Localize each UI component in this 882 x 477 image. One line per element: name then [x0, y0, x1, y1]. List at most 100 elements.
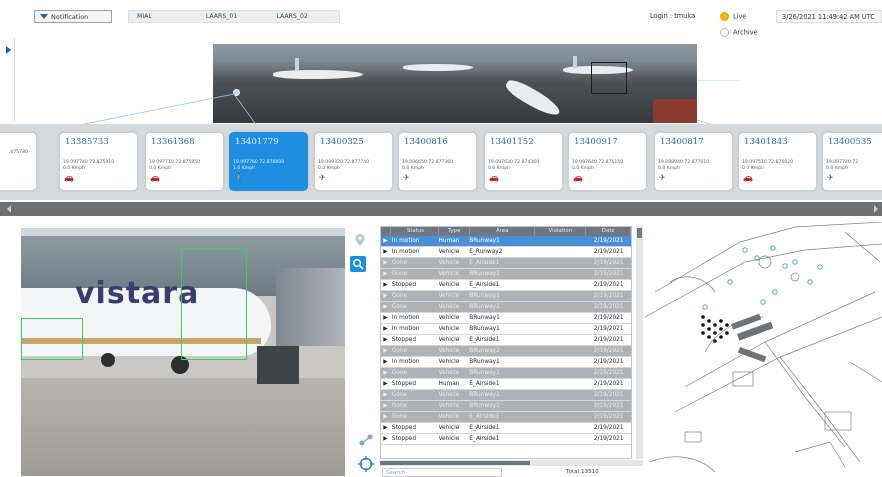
cell-area: BRunway1	[469, 326, 500, 332]
cell-date: 2/19/2021	[593, 271, 624, 277]
table-row[interactable]: ▶ Stopped Vehicle E_Airside1 2/19/2021	[381, 434, 631, 445]
table-vertical-scrollbar[interactable]	[636, 226, 643, 459]
table-row[interactable]: ▶ Stopped Vehicle E_Airside1 2/19/2021	[381, 335, 631, 346]
table-row[interactable]: ▶ Stopped Human E_Airside1 2/19/2021	[381, 379, 631, 390]
cell-violation	[535, 258, 587, 268]
track-coordinates: 19.099320 72.877740	[318, 160, 370, 165]
table-row[interactable]: ▶ In motion Human BRunway1 2/19/2021	[381, 236, 631, 247]
track-card[interactable]: 13400817 19.098940 72.877010 0.0 Kmph ✈	[654, 132, 733, 191]
table-row[interactable]: ▶ Stopped Vehicle E_Airside1 2/19/2021	[381, 280, 631, 291]
row-expand-icon[interactable]: ▶	[381, 434, 390, 444]
row-expand-icon[interactable]: ▶	[381, 401, 390, 411]
row-expand-icon[interactable]: ▶	[381, 423, 390, 433]
table-row[interactable]: ▶ In motion Vehicle BRunway1 2/19/2021	[381, 357, 631, 368]
tab-laars-02[interactable]: LAARS_02	[268, 11, 339, 22]
row-expand-icon[interactable]: ▶	[381, 357, 390, 367]
scroll-left-icon[interactable]	[7, 205, 11, 213]
cell-area: E_Airside1	[469, 282, 500, 288]
track-card[interactable]: 13385733 19.097740 72.875910 0.0 Kmph 🚗	[59, 132, 138, 191]
card-strip-scrollbar[interactable]	[0, 202, 882, 216]
row-expand-icon[interactable]: ▶	[381, 346, 390, 356]
detection-box[interactable]	[21, 318, 83, 360]
table-row[interactable]: ▶ Stopped Vehicle E_Airside1 2/19/2021	[381, 423, 631, 434]
table-row[interactable]: ▶ Gone Vehicle BRunway1 2/19/2021	[381, 291, 631, 302]
table-horizontal-scrollbar[interactable]	[380, 460, 643, 466]
track-card[interactable]: 13400816 19.096650 72.877360 0.0 Kmph ✈	[398, 132, 477, 191]
table-row[interactable]: ▶ Gone Vehicle BRunway1 2/19/2021	[381, 401, 631, 412]
cell-area: BRunway1	[469, 315, 500, 321]
row-expand-icon[interactable]: ▶	[381, 280, 390, 290]
track-card[interactable]: 13401779 19.097760 72.876000 1.0 Kmph 🚶	[229, 132, 308, 191]
notification-label: Notification	[51, 12, 89, 21]
row-expand-icon[interactable]: ▶	[381, 379, 390, 389]
cell-area: E_Airside1	[469, 381, 500, 387]
track-card[interactable]: 13401843 19.097510 72.876020 0.0 Kmph 🚗	[738, 132, 817, 191]
track-card[interactable]: 13400325 19.099320 72.877740 0.0 Kmph ✈	[314, 132, 393, 191]
search-button[interactable]	[350, 256, 366, 272]
scroll-thumb[interactable]	[637, 228, 642, 238]
header-violation[interactable]: Violation	[535, 227, 587, 236]
row-expand-icon[interactable]: ▶	[381, 324, 390, 334]
row-expand-icon[interactable]: ▶	[381, 258, 390, 268]
header-date[interactable]: Date	[586, 227, 631, 236]
ground-vehicle	[257, 346, 299, 384]
row-expand-icon[interactable]: ▶	[381, 236, 390, 246]
table-row[interactable]: ▶ In motion Vehicle BRunway1 2/19/2021	[381, 313, 631, 324]
row-expand-icon[interactable]: ▶	[381, 269, 390, 279]
table-row[interactable]: ▶ Gone Vehicle BRunway2 2/19/2021	[381, 346, 631, 357]
header-area[interactable]: Area	[470, 227, 536, 236]
notification-button[interactable]: Notification	[34, 10, 112, 23]
header-status[interactable]: Status	[391, 227, 440, 236]
detection-box[interactable]	[181, 248, 247, 360]
table-header: Status Type Area Violation Date	[381, 227, 631, 236]
track-card[interactable]: 13400535 19.097740 72. 0.0 Kmph ✈	[822, 132, 882, 191]
track-id: 13400817	[660, 137, 704, 147]
datetime-display: 3/26/2021 11:49:42 AM UTC	[776, 10, 882, 23]
table-row[interactable]: ▶ In motion Vehicle E_Runway2 2/19/2021	[381, 247, 631, 258]
cctv-camera-view[interactable]: vistara	[21, 228, 345, 476]
cell-area: E_Airside1	[469, 414, 500, 420]
cell-type: Vehicle	[438, 249, 460, 255]
track-card[interactable]: 13401152 19.097630 72.874360 0.0 Kmph 🚗	[484, 132, 563, 191]
row-expand-icon[interactable]: ▶	[381, 302, 390, 312]
event-table: Status Type Area Violation Date ▶ In moti…	[380, 226, 632, 459]
row-expand-icon[interactable]: ▶	[381, 368, 390, 378]
row-expand-icon[interactable]: ▶	[381, 412, 390, 422]
crosshair-button[interactable]	[358, 456, 374, 472]
parked-aircraft	[403, 64, 473, 71]
header-type[interactable]: Type	[439, 227, 471, 236]
airport-layout-drawing	[645, 222, 882, 473]
cell-status: Gone	[391, 260, 408, 266]
row-expand-icon[interactable]: ▶	[381, 335, 390, 345]
table-row[interactable]: ▶ In motion Vehicle BRunway1 2/19/2021	[381, 324, 631, 335]
archive-radio[interactable]: Archive	[720, 28, 758, 37]
row-expand-icon[interactable]: ▶	[381, 291, 390, 301]
table-row[interactable]: ▶ Gone Vehicle E_Airside1 2/19/2021	[381, 258, 631, 269]
table-row[interactable]: ▶ Gone Vehicle BRunway1 2/19/2021	[381, 302, 631, 313]
table-row[interactable]: ▶ Gone Vehicle E_Airside1 2/19/2021	[381, 412, 631, 423]
expand-panel-icon[interactable]	[6, 46, 11, 54]
airport-map[interactable]	[645, 222, 882, 476]
row-expand-icon[interactable]: ▶	[381, 313, 390, 323]
row-expand-icon[interactable]: ▶	[381, 390, 390, 400]
cell-area: BRunway1	[469, 370, 500, 376]
track-coordinates: 19.096650 72.877360	[402, 160, 454, 165]
track-card[interactable]: .075780	[0, 132, 37, 191]
table-row[interactable]: ▶ Gone Vehicle BRunway1 2/19/2021	[381, 269, 631, 280]
track-card[interactable]: 13361368 19.097710 72.875950 0.0 Kmph 🚗	[145, 132, 224, 191]
table-row[interactable]: ▶ Gone Vehicle BRunway1 2/19/2021	[381, 368, 631, 379]
share-button[interactable]	[358, 432, 374, 448]
location-pin-button[interactable]	[352, 232, 368, 248]
tab-laars-01[interactable]: LAARS_01	[198, 11, 269, 22]
cell-status: Gone	[391, 348, 408, 354]
vehicle-icon: 🚗	[150, 173, 160, 182]
tab-mial[interactable]: MIAL	[129, 11, 198, 22]
live-radio[interactable]: Live	[720, 12, 746, 21]
cell-date: 2/19/2021	[593, 315, 624, 321]
cell-status: In motion	[391, 359, 420, 365]
table-row[interactable]: ▶ Gone Vehicle BRunway1 2/19/2021	[381, 390, 631, 401]
scroll-thumb[interactable]	[380, 461, 530, 465]
track-card[interactable]: 13400917 19.097640 72.876150 0.0 Kmph 🚗	[568, 132, 647, 191]
scroll-right-icon[interactable]	[874, 205, 878, 213]
row-expand-icon[interactable]: ▶	[381, 247, 390, 257]
